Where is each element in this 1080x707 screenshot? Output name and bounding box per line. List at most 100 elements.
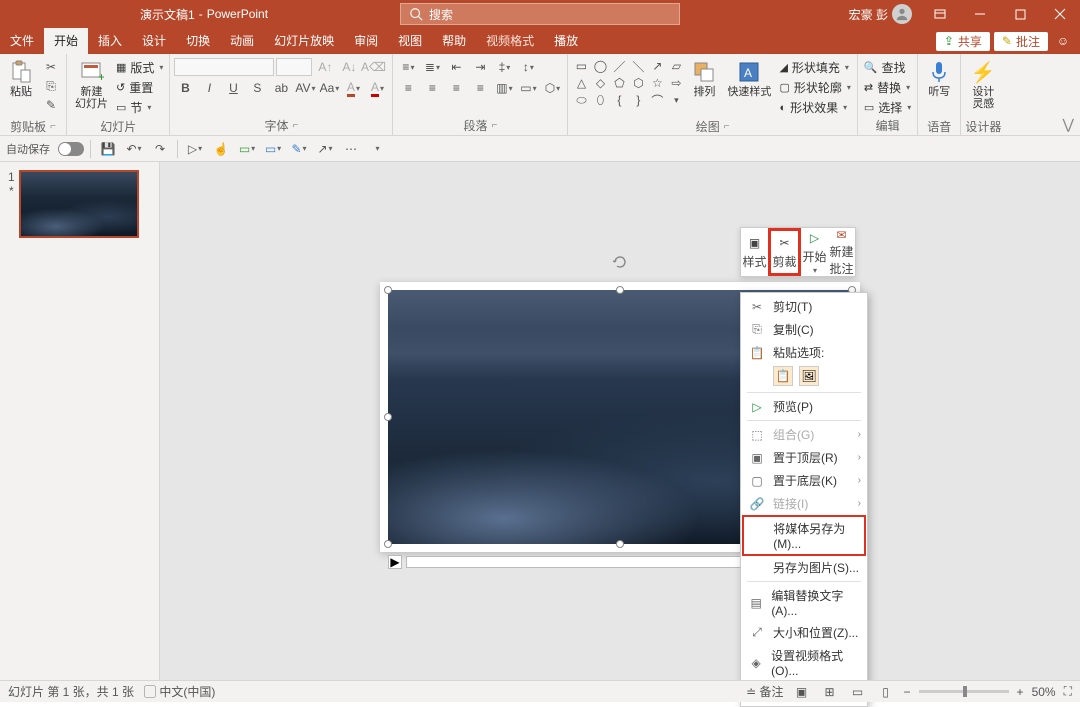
zoom-in-button[interactable]: + <box>1017 685 1024 699</box>
notes-button[interactable]: ≐ 备注 <box>746 683 783 700</box>
qat-slideshow-button[interactable]: ▷▾ <box>184 138 206 160</box>
columns-button[interactable]: ▥▾ <box>493 79 515 97</box>
line-spacing-button[interactable]: ‡▾ <box>493 58 515 76</box>
font-family-select[interactable] <box>174 58 274 76</box>
underline-button[interactable]: U <box>222 79 244 97</box>
change-case-button[interactable]: Aa▾ <box>318 79 340 97</box>
mini-crop-button[interactable]: ✂剪裁 <box>768 228 801 276</box>
mini-comment-button[interactable]: ✉新建 批注 <box>828 228 855 276</box>
spacing-button[interactable]: AV▾ <box>294 79 316 97</box>
tab-home[interactable]: 开始 <box>44 28 88 54</box>
qat-customize-button[interactable]: ▾ <box>366 138 388 160</box>
mini-home-button[interactable]: ▷开始▾ <box>801 228 828 276</box>
resize-handle-tm[interactable] <box>616 286 624 294</box>
tab-insert[interactable]: 插入 <box>88 28 132 54</box>
sorter-view-button[interactable]: ⊞ <box>820 683 840 701</box>
autosave-toggle[interactable] <box>58 142 84 156</box>
resize-handle-tl[interactable] <box>384 286 392 294</box>
smartart-button[interactable]: ⬡▾ <box>541 79 563 97</box>
zoom-level[interactable]: 50% <box>1032 685 1056 699</box>
bold-button[interactable]: B <box>174 79 196 97</box>
fit-window-button[interactable]: ⛶ <box>1064 684 1072 699</box>
ctx-bring-front[interactable]: ▣置于顶层(R)› <box>741 446 867 469</box>
save-button[interactable]: 💾 <box>97 138 119 160</box>
indent-right-button[interactable]: ⇥ <box>469 58 491 76</box>
font-launcher[interactable]: ⌐ <box>293 120 299 131</box>
rotate-handle[interactable] <box>612 254 628 270</box>
tab-animations[interactable]: 动画 <box>220 28 264 54</box>
text-direction-button[interactable]: ↕▾ <box>517 58 539 76</box>
paste-button[interactable]: 粘贴 <box>4 58 38 118</box>
tab-file[interactable]: 文件 <box>0 28 44 54</box>
align-text-button[interactable]: ▭▾ <box>517 79 539 97</box>
align-left-button[interactable]: ≡ <box>397 79 419 97</box>
shape-effects-button[interactable]: ◐ 形状效果▾ <box>777 98 852 117</box>
tab-help[interactable]: 帮助 <box>432 28 476 54</box>
qat-shape2-button[interactable]: ▭▾ <box>262 138 284 160</box>
ctx-save-as-picture[interactable]: 另存为图片(S)... <box>741 556 867 579</box>
ctx-preview[interactable]: ▷预览(P) <box>741 395 867 418</box>
drawing-launcher[interactable]: ⌐ <box>724 121 730 132</box>
find-button[interactable]: 🔍 查找 <box>862 58 913 77</box>
tab-video-format[interactable]: 视频格式 <box>476 28 544 54</box>
mini-style-button[interactable]: ▣样式 <box>741 228 768 276</box>
section-button[interactable]: ▭ 节▾ <box>114 98 165 117</box>
indent-left-button[interactable]: ⇤ <box>445 58 467 76</box>
clipboard-launcher[interactable]: ⌐ <box>50 121 56 132</box>
ctx-paste-picture[interactable]: 🖼 <box>799 366 819 386</box>
new-slide-button[interactable]: + 新建 幻灯片 <box>71 58 112 118</box>
highlight-button[interactable]: A▾ <box>342 79 364 97</box>
undo-button[interactable]: ↶▾ <box>123 138 145 160</box>
reset-button[interactable]: ↺ 重置 <box>114 78 165 97</box>
lang-indicator[interactable]: ▢ 中文(中国) <box>144 683 215 700</box>
qat-more-button[interactable]: ⋯ <box>340 138 362 160</box>
tab-transitions[interactable]: 切换 <box>176 28 220 54</box>
grow-font-button[interactable]: A↑ <box>314 58 336 76</box>
ctx-save-media-as[interactable]: 将媒体另存为(M)... <box>742 515 866 556</box>
maximize-button[interactable] <box>1000 0 1040 28</box>
slide-thumbnail-1[interactable] <box>19 170 139 238</box>
cut-button[interactable]: ✂ <box>40 58 62 76</box>
qat-pen-button[interactable]: ✎▾ <box>288 138 310 160</box>
ctx-send-back[interactable]: ▢置于底层(K)› <box>741 469 867 492</box>
copy-button[interactable]: ⎘ <box>40 77 62 95</box>
zoom-out-button[interactable]: − <box>904 685 911 699</box>
qat-touch-button[interactable]: ☝ <box>210 138 232 160</box>
resize-handle-bl[interactable] <box>384 540 392 548</box>
italic-button[interactable]: I <box>198 79 220 97</box>
shrink-font-button[interactable]: A↓ <box>338 58 360 76</box>
paragraph-launcher[interactable]: ⌐ <box>492 120 498 131</box>
resize-handle-ml[interactable] <box>384 413 392 421</box>
ctx-edit-alt-text[interactable]: ▤编辑替换文字(A)... <box>741 584 867 621</box>
collapse-ribbon-button[interactable]: ⋁ <box>1063 116 1074 133</box>
justify-button[interactable]: ≡ <box>469 79 491 97</box>
normal-view-button[interactable]: ▣ <box>792 683 812 701</box>
strike-button[interactable]: S <box>246 79 268 97</box>
close-button[interactable] <box>1040 0 1080 28</box>
redo-button[interactable]: ↷ <box>149 138 171 160</box>
quick-styles-button[interactable]: A 快速样式 <box>723 58 775 118</box>
slideshow-view-button[interactable]: ▯ <box>876 683 896 701</box>
align-right-button[interactable]: ≡ <box>445 79 467 97</box>
font-color-button[interactable]: A▾ <box>366 79 388 97</box>
shape-fill-button[interactable]: ◢ 形状填充▾ <box>777 58 852 77</box>
shape-outline-button[interactable]: ▢ 形状轮廓▾ <box>777 78 852 97</box>
replace-button[interactable]: ⇄ 替换▾ <box>862 78 913 97</box>
shapes-gallery[interactable]: ▭◯／＼↗▱ △◇⬠⬡☆⇨ ⬭⬯{}⌒▾ <box>572 58 685 108</box>
ctx-paste-keep-source[interactable]: 📋 <box>773 366 793 386</box>
tab-review[interactable]: 审阅 <box>344 28 388 54</box>
minimize-button[interactable] <box>960 0 1000 28</box>
dictate-button[interactable]: 听写 <box>922 58 956 118</box>
design-ideas-button[interactable]: ⚡ 设计 灵感 <box>966 58 1000 118</box>
font-size-select[interactable] <box>276 58 312 76</box>
qat-shape-button[interactable]: ▭▾ <box>236 138 258 160</box>
tab-slideshow[interactable]: 幻灯片放映 <box>264 28 344 54</box>
shadow-button[interactable]: ab <box>270 79 292 97</box>
tab-design[interactable]: 设计 <box>132 28 176 54</box>
feedback-icon[interactable]: ☺ <box>1052 30 1074 52</box>
ctx-format-video[interactable]: ◈设置视频格式(O)... <box>741 644 867 681</box>
numbering-button[interactable]: ≣▾ <box>421 58 443 76</box>
account-button[interactable]: 宏豪 彭 <box>841 4 920 24</box>
reading-view-button[interactable]: ▭ <box>848 683 868 701</box>
bullets-button[interactable]: ≡▾ <box>397 58 419 76</box>
